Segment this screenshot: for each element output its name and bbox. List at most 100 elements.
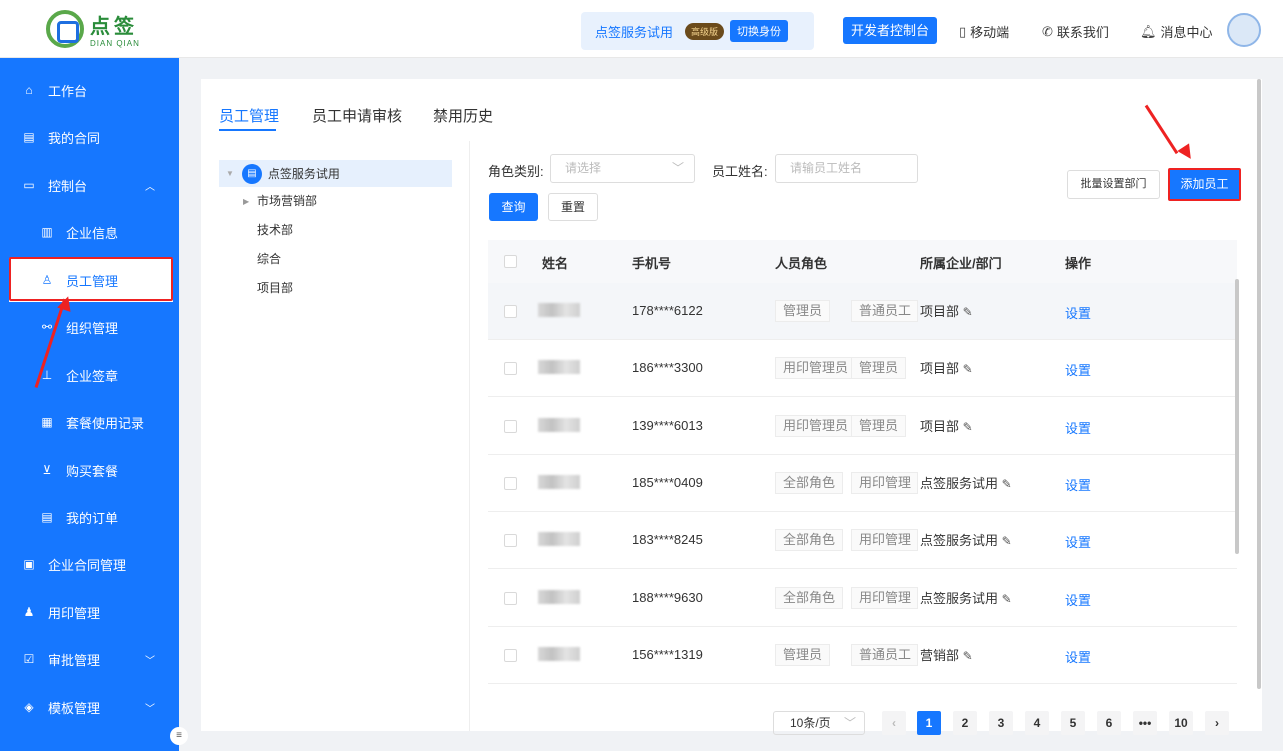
table-row[interactable]: 178****6122 管理员 普通员工 项目部 ✎ 设置 xyxy=(488,283,1237,340)
switch-identity-button[interactable]: 切换身份 xyxy=(730,20,789,42)
contact-link[interactable]: ✆ 联系我们 xyxy=(1042,22,1109,41)
row-checkbox[interactable] xyxy=(504,362,517,376)
role-tag: 用印管理员 xyxy=(775,357,857,380)
row-checkbox[interactable] xyxy=(504,534,517,548)
edit-icon[interactable]: ✎ xyxy=(963,362,973,376)
sidebar-item-seal-management[interactable]: ♟ 用印管理 xyxy=(0,589,179,635)
tab-disable-history[interactable]: 禁用历史 xyxy=(433,105,493,126)
tab-staff-management[interactable]: 员工管理 xyxy=(219,105,279,126)
row-checkbox[interactable] xyxy=(504,648,517,662)
message-center-link[interactable]: 🔔︎ 消息中心 xyxy=(1140,22,1213,41)
phone-cell: 183****8245 xyxy=(632,532,703,548)
settings-link[interactable]: 设置 xyxy=(1065,360,1091,379)
sidebar-item-buy-package[interactable]: ⊻ 购买套餐 xyxy=(0,447,179,493)
tree-node-marketing[interactable]: ▶ 市场营销部 xyxy=(219,187,452,216)
page-size-select[interactable]: 10条/页 ﹀ xyxy=(773,711,865,735)
page-button[interactable]: 6 xyxy=(1097,711,1121,735)
sidebar-item-my-orders[interactable]: ▤ 我的订单 xyxy=(0,494,179,540)
page-button[interactable]: 10 xyxy=(1169,711,1193,735)
tree-node-general[interactable]: 综合 xyxy=(219,245,452,274)
developer-console-button[interactable]: 开发者控制台 xyxy=(843,17,938,44)
role-select-placeholder: 请选择 xyxy=(565,161,602,175)
sidebar-item-label: 组织管理 xyxy=(66,320,119,336)
settings-link[interactable]: 设置 xyxy=(1065,418,1091,437)
table-row[interactable]: 183****8245 全部角色 用印管理 点签服务试用 ✎ 设置 xyxy=(488,512,1237,570)
pagination-ellipsis[interactable]: ••• xyxy=(1133,711,1157,735)
role-tag: 管理员 xyxy=(851,414,907,437)
highlight-box-staff-management xyxy=(9,257,173,301)
name-search-input[interactable]: 请输员工姓名 xyxy=(775,154,918,183)
tree-root-node[interactable]: ▼ ▤ 点签服务试用 xyxy=(219,160,452,187)
sidebar-item-console[interactable]: ▭ 控制台 ︿ xyxy=(0,162,179,208)
edit-icon[interactable]: ✎ xyxy=(963,649,973,663)
settings-link[interactable]: 设置 xyxy=(1065,590,1091,609)
page-button[interactable]: 4 xyxy=(1025,711,1049,735)
edit-icon[interactable]: ✎ xyxy=(1002,592,1012,606)
logo-subtext: DIAN QIAN xyxy=(90,39,140,48)
sidebar-item-approval-management[interactable]: ☑ 审批管理 ﹀ xyxy=(0,636,179,682)
role-tag: 用印管理 xyxy=(851,471,918,494)
collapse-sidebar-icon[interactable]: ≡ xyxy=(170,727,188,745)
sidebar-item-workbench[interactable]: ⌂ 工作台 xyxy=(0,67,179,113)
next-page-button[interactable]: › xyxy=(1205,711,1229,735)
mobile-link[interactable]: ▯ 移动端 xyxy=(959,22,1009,41)
edit-icon[interactable]: ✎ xyxy=(963,305,973,319)
tree-node-project[interactable]: 项目部 xyxy=(219,274,452,303)
column-header-actions: 操作 xyxy=(1065,256,1092,271)
reset-button[interactable]: 重置 xyxy=(548,193,598,221)
layers-icon: ◈ xyxy=(24,700,34,714)
page-button[interactable]: 5 xyxy=(1061,711,1085,735)
logo[interactable]: 点签 DIAN QIAN xyxy=(46,10,140,48)
table-scrollbar[interactable] xyxy=(1235,279,1239,554)
sidebar-item-company-seal[interactable]: ⊥ 企业签章 xyxy=(0,352,179,398)
row-checkbox[interactable] xyxy=(504,476,517,490)
edit-icon[interactable]: ✎ xyxy=(1002,477,1012,491)
prev-page-button[interactable]: ‹ xyxy=(882,711,906,735)
role-tag: 管理员 xyxy=(775,643,831,666)
select-all-checkbox[interactable] xyxy=(504,255,517,268)
page-button[interactable]: 3 xyxy=(989,711,1013,735)
page-button[interactable]: 1 xyxy=(917,711,941,735)
row-checkbox[interactable] xyxy=(504,591,517,605)
settings-link[interactable]: 设置 xyxy=(1065,532,1091,551)
sidebar-item-label: 购买套餐 xyxy=(66,463,119,479)
sidebar-item-template-management[interactable]: ◈ 模板管理 ﹀ xyxy=(0,684,179,730)
contract-icon: ▣ xyxy=(23,557,35,571)
record-icon: ▦ xyxy=(41,415,53,429)
settings-link[interactable]: 设置 xyxy=(1065,647,1091,666)
tree-node-label: 技术部 xyxy=(257,223,294,237)
query-button[interactable]: 查询 xyxy=(489,193,538,221)
avatar[interactable] xyxy=(1227,13,1261,47)
tab-staff-application-review[interactable]: 员工申请审核 xyxy=(312,105,402,126)
sidebar-item-package-usage[interactable]: ▦ 套餐使用记录 xyxy=(0,399,179,445)
add-staff-button[interactable]: 添加员工 xyxy=(1168,168,1241,201)
sidebar-item-org-management[interactable]: ⚯ 组织管理 xyxy=(0,304,179,350)
table-row[interactable]: 156****1319 管理员 普通员工 营销部 ✎ 设置 xyxy=(488,627,1237,684)
building-icon: ▥ xyxy=(41,225,53,239)
role-select[interactable]: 请选择 ﹀ xyxy=(550,154,695,183)
sidebar-item-label: 企业签章 xyxy=(66,368,119,384)
tree-root-label: 点签服务试用 xyxy=(267,167,340,181)
settings-link[interactable]: 设置 xyxy=(1065,303,1091,322)
batch-set-department-button[interactable]: 批量设置部门 xyxy=(1067,170,1160,199)
sidebar-item-company-info[interactable]: ▥ 企业信息 xyxy=(0,209,179,255)
trial-banner: 点签服务试用 高级版 切换身份 xyxy=(581,12,814,50)
tree-node-tech[interactable]: 技术部 xyxy=(219,216,452,245)
table-row[interactable]: 186****3300 用印管理员 管理员 项目部 ✎ 设置 xyxy=(488,340,1237,398)
edit-icon[interactable]: ✎ xyxy=(1002,534,1012,548)
table-row[interactable]: 188****9630 全部角色 用印管理 点签服务试用 ✎ 设置 xyxy=(488,570,1237,627)
contact-label: 联系我们 xyxy=(1056,25,1109,40)
page-scrollbar[interactable] xyxy=(1257,79,1261,689)
role-tag: 普通员工 xyxy=(851,300,918,322)
table-row[interactable]: 139****6013 用印管理员 管理员 项目部 ✎ 设置 xyxy=(488,398,1237,455)
row-checkbox[interactable] xyxy=(504,419,517,433)
page-button[interactable]: 2 xyxy=(953,711,977,735)
settings-link[interactable]: 设置 xyxy=(1065,475,1091,494)
table-row[interactable]: 185****0409 全部角色 用印管理 点签服务试用 ✎ 设置 xyxy=(488,455,1237,512)
blurred-name xyxy=(538,532,580,547)
sidebar-item-company-contracts[interactable]: ▣ 企业合同管理 xyxy=(0,541,179,587)
sidebar-item-my-contracts[interactable]: ▤ 我的合同 xyxy=(0,114,179,160)
department-cell: 项目部 ✎ xyxy=(920,416,973,435)
row-checkbox[interactable] xyxy=(504,305,517,318)
edit-icon[interactable]: ✎ xyxy=(963,420,973,434)
